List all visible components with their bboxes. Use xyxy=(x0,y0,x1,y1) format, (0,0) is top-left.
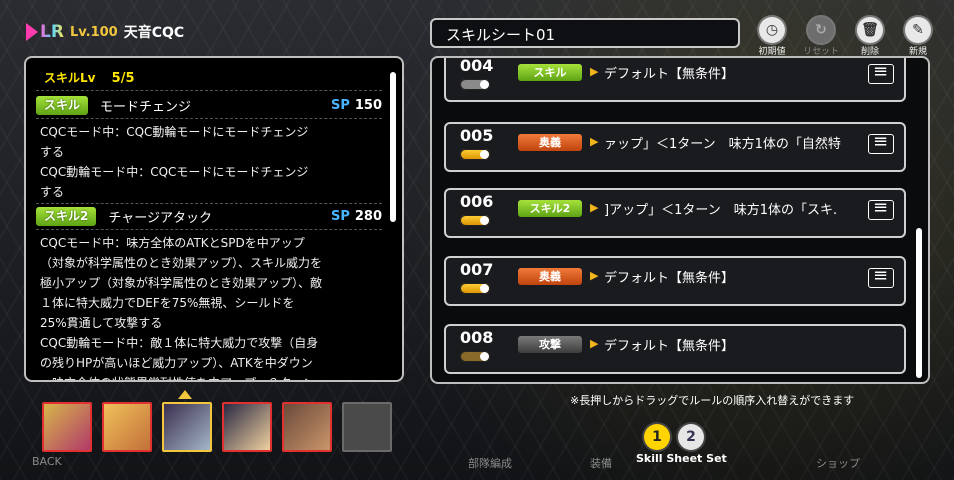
divider xyxy=(36,118,382,119)
skill-detail-panel[interactable]: スキルLv 5/5 スキル モードチェンジ SP 150 CQCモード中：CQC動… xyxy=(24,56,404,382)
rule-number: 005 xyxy=(460,126,494,145)
reorder-hint: ※長押しからドラッグでルールの順序入れ替えができます xyxy=(570,394,855,407)
reset-button[interactable]: ↻ リセット xyxy=(801,17,841,57)
delete-button[interactable]: 🗑︎ 削除 xyxy=(850,17,890,57)
reorder-handle-icon[interactable] xyxy=(868,61,894,84)
skill-tag: スキル2 xyxy=(36,206,97,226)
skill-name: チャージアタック xyxy=(108,210,212,226)
character-header: LR Lv.100 天音CQC xyxy=(26,18,184,46)
reorder-handle-icon[interactable] xyxy=(868,265,894,288)
rule-condition: デフォルト【無条件】 xyxy=(604,67,735,82)
skill-sheet-set-selector: 1 2 xyxy=(644,424,704,450)
sheet-title-field[interactable]: スキルシート01 xyxy=(430,18,740,48)
party-member-portrait-selected[interactable] xyxy=(162,402,212,452)
party-member-portrait[interactable] xyxy=(42,402,92,452)
character-name: 天音CQC xyxy=(123,25,185,41)
equipment-button[interactable]: 装備 xyxy=(590,455,612,471)
reorder-handle-icon[interactable] xyxy=(868,131,894,154)
action-tag: 奥義 xyxy=(518,134,582,151)
arrow-right-icon: ▶ xyxy=(590,201,599,214)
skill-tag: スキル xyxy=(36,95,89,115)
skill-description: CQCモード中：CQC動輪モードにモードチェンジ する CQC動輪モード中：CQ… xyxy=(40,125,309,199)
rule-row[interactable]: 007 奥義 ▶ デフォルト【無条件】 xyxy=(444,256,906,306)
rule-condition: ]アップ」＜1ターン 味方1体の「スキ. xyxy=(604,203,838,218)
rule-toggle[interactable] xyxy=(460,283,490,294)
rarity-badge: LR xyxy=(26,22,64,42)
rule-condition: デフォルト【無条件】 xyxy=(604,339,735,354)
trash-icon: 🗑︎ xyxy=(857,17,883,43)
rule-condition: ァップ」＜1ターン 味方1体の「自然特 xyxy=(604,137,841,152)
rule-condition: デフォルト【無条件】 xyxy=(604,271,735,286)
rule-toggle[interactable] xyxy=(460,215,490,226)
reset-clock-icon: ◷ xyxy=(759,17,785,43)
new-button[interactable]: ✎ 新規 xyxy=(898,17,938,57)
skill-row-2: スキル2 チャージアタック SP 280 xyxy=(36,205,382,227)
skill-row-1: スキル モードチェンジ SP 150 xyxy=(36,94,382,116)
rule-list-scrollbar[interactable] xyxy=(916,228,922,378)
back-button[interactable]: BACK xyxy=(32,455,62,468)
formation-button[interactable]: 部隊編成 xyxy=(468,455,512,471)
arrow-right-icon: ▶ xyxy=(590,337,599,350)
set-2-button[interactable]: 2 xyxy=(678,424,704,450)
shop-button[interactable]: ショップ xyxy=(816,455,860,471)
rule-row[interactable]: 006 スキル2 ▶ ]アップ」＜1ターン 味方1体の「スキ. xyxy=(444,188,906,238)
rule-row[interactable]: 004 スキル ▶ デフォルト【無条件】 xyxy=(444,56,906,102)
party-portraits xyxy=(42,402,392,452)
rule-toggle[interactable] xyxy=(460,351,490,362)
rule-number: 007 xyxy=(460,260,494,279)
skill-description: CQCモード中：味方全体のATKとSPDを中アップ （対象が科学属性のとき効果ア… xyxy=(40,236,323,380)
rule-number: 006 xyxy=(460,192,494,211)
rule-row[interactable]: 008 攻撃 ▶ デフォルト【無条件】 xyxy=(444,324,906,374)
pencil-icon: ✎ xyxy=(905,17,931,43)
set-1-button[interactable]: 1 xyxy=(644,424,670,450)
initial-value-button[interactable]: ◷ 初期値 xyxy=(752,17,792,57)
empty-party-slot[interactable] xyxy=(342,402,392,452)
skill-sheet-set-label: Skill Sheet Set xyxy=(636,452,727,465)
arrow-right-icon: ▶ xyxy=(590,269,599,282)
rule-row[interactable]: 005 奥義 ▶ ァップ」＜1ターン 味方1体の「自然特 xyxy=(444,122,906,172)
sheet-title: スキルシート01 xyxy=(446,26,556,44)
skill-scrollbar[interactable] xyxy=(390,72,396,222)
party-member-portrait[interactable] xyxy=(282,402,332,452)
rule-toggle[interactable] xyxy=(460,79,490,90)
action-tag: 奥義 xyxy=(518,268,582,285)
rule-number: 004 xyxy=(460,56,494,75)
skill-sp: SP 150 xyxy=(330,97,382,113)
rule-toggle[interactable] xyxy=(460,149,490,160)
action-tag: スキル xyxy=(518,64,582,81)
skill-sp: SP 280 xyxy=(330,208,382,224)
divider xyxy=(36,203,382,204)
action-tag: 攻撃 xyxy=(518,336,582,353)
divider xyxy=(36,90,382,91)
selected-indicator-icon xyxy=(178,390,192,399)
refresh-icon: ↻ xyxy=(808,17,834,43)
divider xyxy=(36,229,382,230)
rule-list-panel[interactable]: 004 スキル ▶ デフォルト【無条件】 005 奥義 ▶ ァップ」＜1ターン … xyxy=(430,56,930,384)
rarity-icon xyxy=(26,23,38,41)
party-member-portrait[interactable] xyxy=(222,402,272,452)
skill-name: モードチェンジ xyxy=(100,99,192,115)
rule-number: 008 xyxy=(460,328,494,347)
action-tag: スキル2 xyxy=(518,200,582,217)
reorder-handle-icon[interactable] xyxy=(868,197,894,220)
arrow-right-icon: ▶ xyxy=(590,65,599,78)
party-member-portrait[interactable] xyxy=(102,402,152,452)
skill-level: スキルLv 5/5 xyxy=(44,71,135,86)
character-level: Lv.100 xyxy=(69,24,118,40)
arrow-right-icon: ▶ xyxy=(590,135,599,148)
